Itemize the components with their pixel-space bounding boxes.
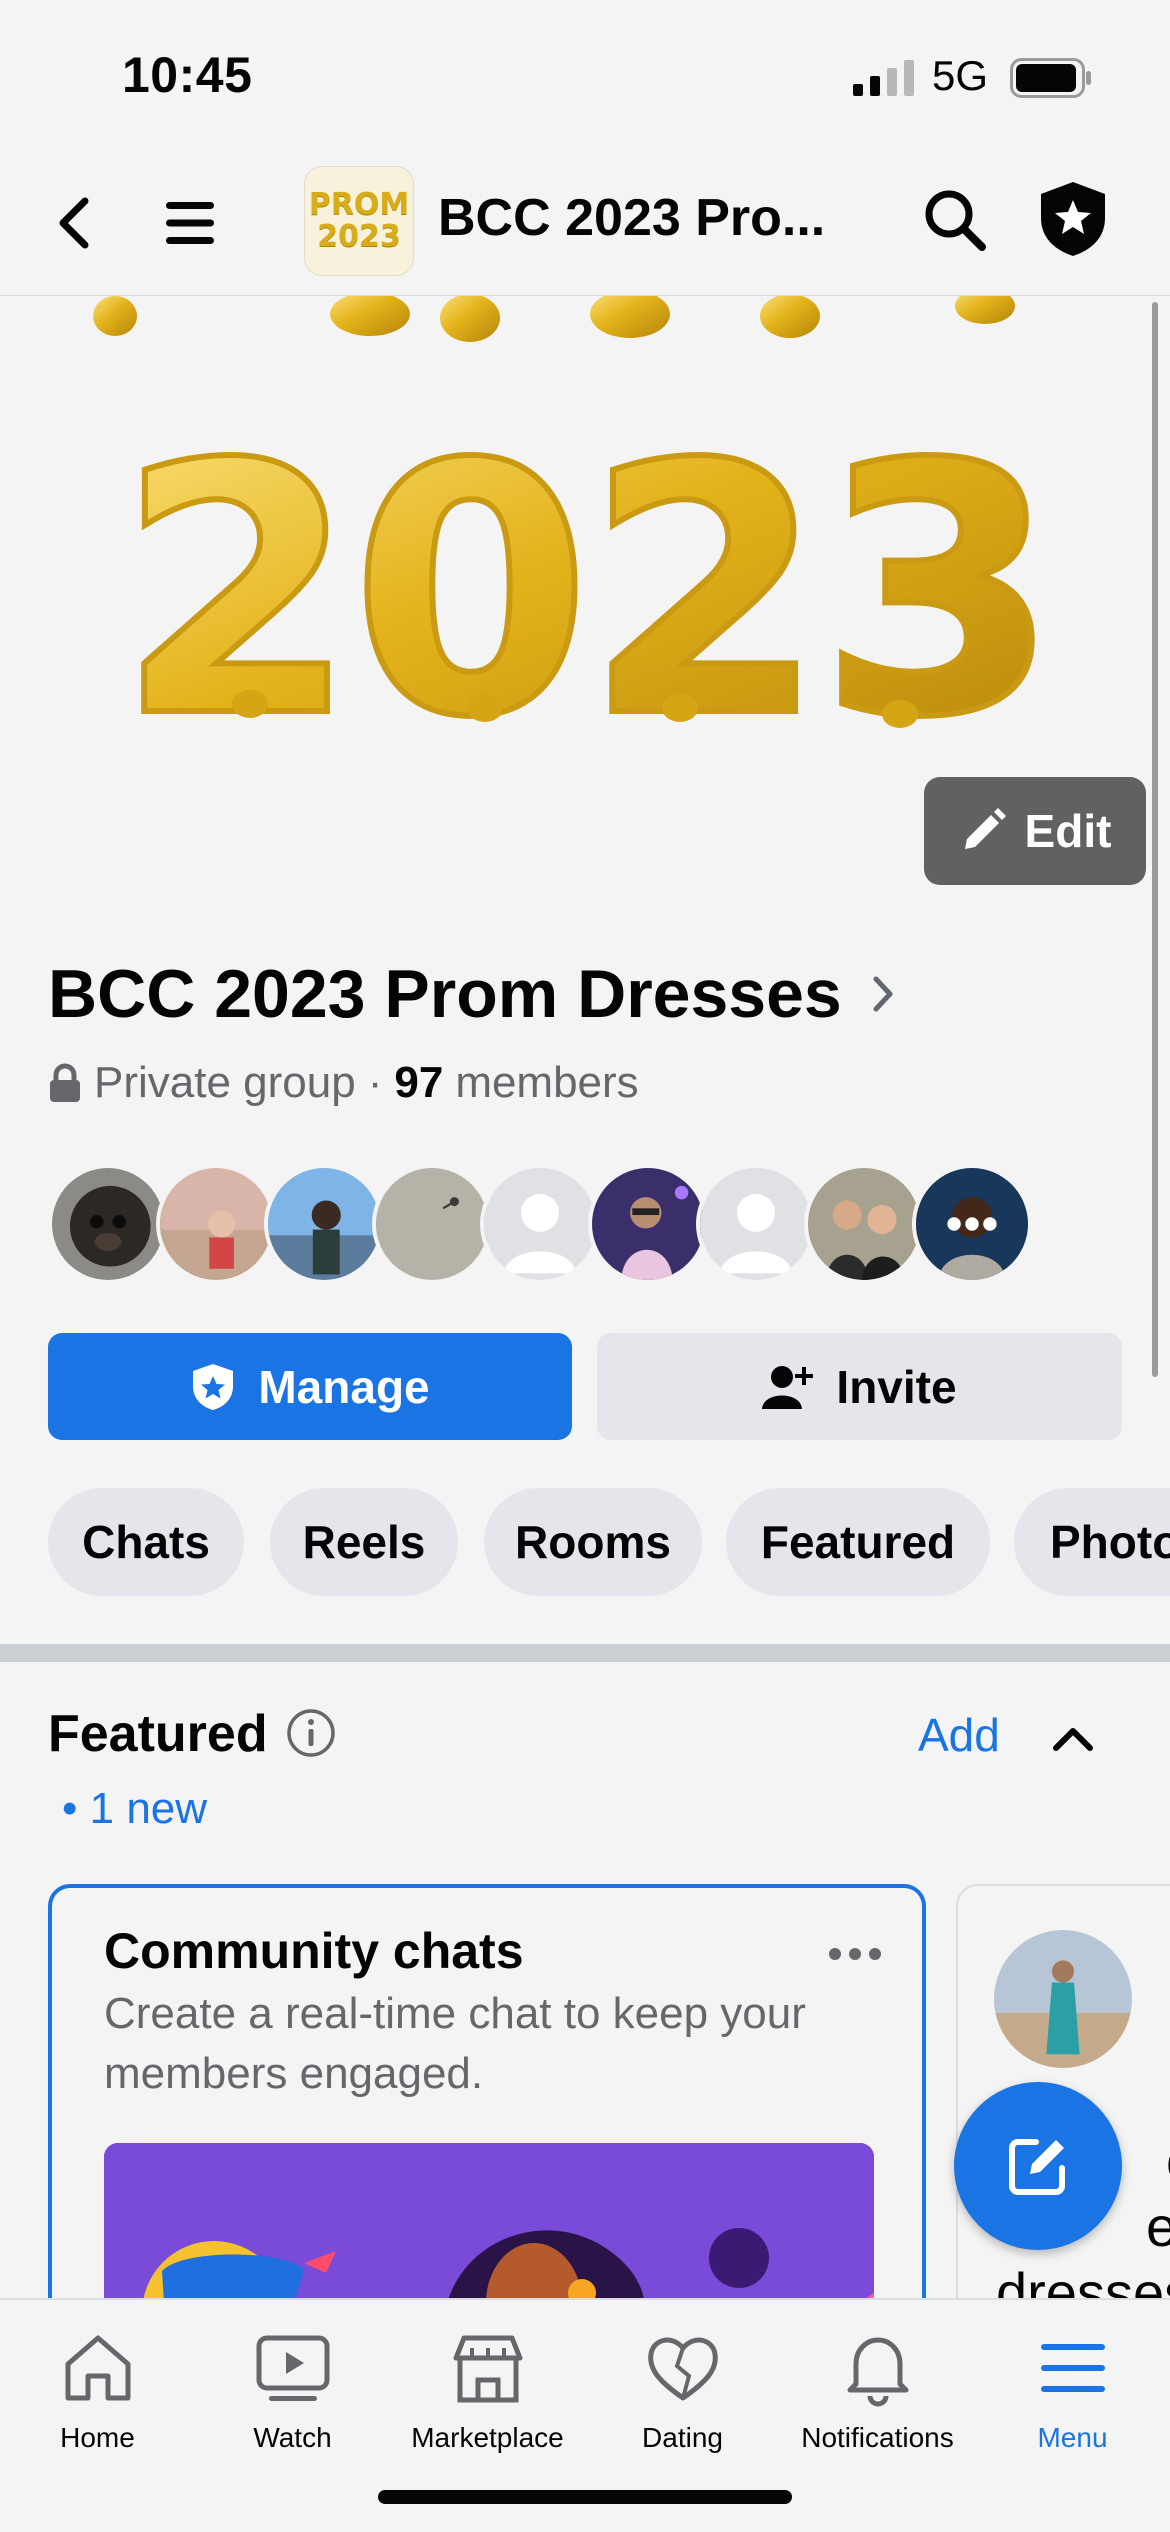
status-bar: 10:45 5G: [0, 0, 1170, 150]
group-name[interactable]: BCC 2023 Prom Dresses: [48, 955, 894, 1033]
admin-tools-button[interactable]: [1030, 176, 1116, 262]
tab-reels[interactable]: Reels: [270, 1488, 458, 1596]
add-featured-link[interactable]: Add: [918, 1708, 1000, 1762]
dating-icon: [647, 2337, 718, 2401]
bottom-tab-home[interactable]: Home: [0, 2328, 195, 2468]
info-icon[interactable]: [286, 1708, 336, 1758]
tab-featured[interactable]: Featured: [726, 1488, 990, 1596]
bottom-tab-label: Dating: [642, 2422, 723, 2453]
edit-label: Edit: [1024, 805, 1112, 857]
new-badge: • 1 new: [62, 1784, 208, 1833]
edit-cover-button[interactable]: Edit: [924, 777, 1146, 885]
back-button[interactable]: [40, 188, 110, 258]
admin-shield-icon: [1041, 182, 1105, 256]
pencil-icon: [964, 808, 1006, 849]
bottom-tab-menu[interactable]: Menu: [975, 2328, 1170, 2468]
invite-label: Invite: [836, 1360, 957, 1413]
bottom-tab-watch[interactable]: Watch: [195, 2328, 390, 2468]
featured-title: Featured: [48, 1705, 268, 1763]
card-description: Create a real-time chat to keep your mem…: [104, 1989, 806, 2098]
member-avatar-placeholder[interactable]: [696, 1164, 816, 1284]
group-thumbnail-text: 2023: [317, 219, 401, 254]
tab-photos[interactable]: Photos: [1014, 1488, 1170, 1596]
hamburger-menu-icon: [166, 202, 214, 244]
menu-icon: [1040, 2344, 1105, 2392]
search-icon: [925, 190, 986, 251]
group-meta: Private group · 97 members: [48, 1058, 639, 1108]
lock-icon: [50, 1063, 80, 1102]
top-navbar: PROM 2023 BCC 2023 Pro...: [0, 150, 1170, 296]
member-avatar[interactable]: [48, 1164, 168, 1284]
page-title[interactable]: BCC 2023 Pro...: [438, 188, 825, 248]
tab-rooms[interactable]: Rooms: [484, 1488, 702, 1596]
post-text-line: dresses: [996, 2261, 1170, 2302]
member-count: 97: [394, 1058, 444, 1107]
signal-icon: [853, 60, 914, 96]
post-author-avatar: [994, 1930, 1132, 2068]
search-button[interactable]: [915, 180, 995, 260]
manage-label: Manage: [258, 1360, 430, 1413]
cover-balloon-text: 2023: [117, 392, 1053, 793]
chevron-right-icon: [873, 976, 893, 1012]
member-avatar[interactable]: [804, 1164, 924, 1284]
group-tabs: Chats Reels Rooms Featured Photos: [48, 1488, 1170, 1598]
add-person-icon: [762, 1365, 814, 1409]
group-thumbnail-text: PROM: [308, 187, 410, 222]
member-avatar[interactable]: [372, 1164, 492, 1284]
bottom-tab-label: Menu: [1037, 2422, 1108, 2453]
privacy-label: Private group: [94, 1058, 356, 1107]
chevron-up-icon[interactable]: [1052, 1726, 1094, 1752]
member-avatar[interactable]: [264, 1164, 384, 1284]
status-time: 10:45: [122, 47, 253, 103]
compose-icon: [1009, 2139, 1065, 2195]
bottom-tab-label: Home: [60, 2422, 135, 2453]
bottom-tab-label: Watch: [253, 2422, 332, 2453]
group-thumbnail[interactable]: PROM 2023: [304, 166, 414, 276]
battery-icon: [1010, 58, 1091, 98]
invite-button[interactable]: Invite: [597, 1333, 1122, 1440]
tab-chats[interactable]: Chats: [48, 1488, 244, 1596]
member-avatar[interactable]: [588, 1164, 708, 1284]
community-chats-card[interactable]: Community chats Create a real-time chat …: [48, 1884, 926, 2302]
marketplace-icon: [453, 2335, 522, 2403]
section-divider: [0, 1644, 1170, 1662]
home-icon: [65, 2335, 130, 2401]
more-members-avatar[interactable]: [912, 1164, 1032, 1284]
bottom-tab-label: Marketplace: [411, 2422, 564, 2453]
bottom-tab-label: Notifications: [801, 2422, 954, 2453]
community-chats-illustration: [104, 2143, 874, 2302]
scrollbar[interactable]: [1152, 302, 1158, 1377]
watch-icon: [256, 2335, 329, 2401]
manage-button[interactable]: Manage: [48, 1333, 572, 1440]
shield-star-icon: [193, 1363, 234, 1410]
bottom-tab-marketplace[interactable]: Marketplace: [390, 2328, 585, 2468]
group-name-text: BCC 2023 Prom Dresses: [48, 956, 842, 1032]
members-label: members: [455, 1058, 639, 1107]
menu-button[interactable]: [155, 188, 225, 258]
more-options-icon[interactable]: [827, 1946, 883, 1962]
meta-separator: ·: [367, 1058, 383, 1107]
member-avatar-placeholder[interactable]: [480, 1164, 600, 1284]
bottom-tab-dating[interactable]: Dating: [585, 2328, 780, 2468]
compose-post-button[interactable]: [954, 2082, 1122, 2250]
bottom-tab-notifications[interactable]: Notifications: [780, 2328, 975, 2468]
card-title: Community chats: [104, 1923, 524, 1979]
bell-icon: [847, 2337, 908, 2407]
member-avatar[interactable]: [156, 1164, 276, 1284]
back-chevron-icon: [59, 197, 89, 249]
home-indicator[interactable]: [378, 2490, 792, 2504]
network-type: 5G: [932, 52, 989, 99]
